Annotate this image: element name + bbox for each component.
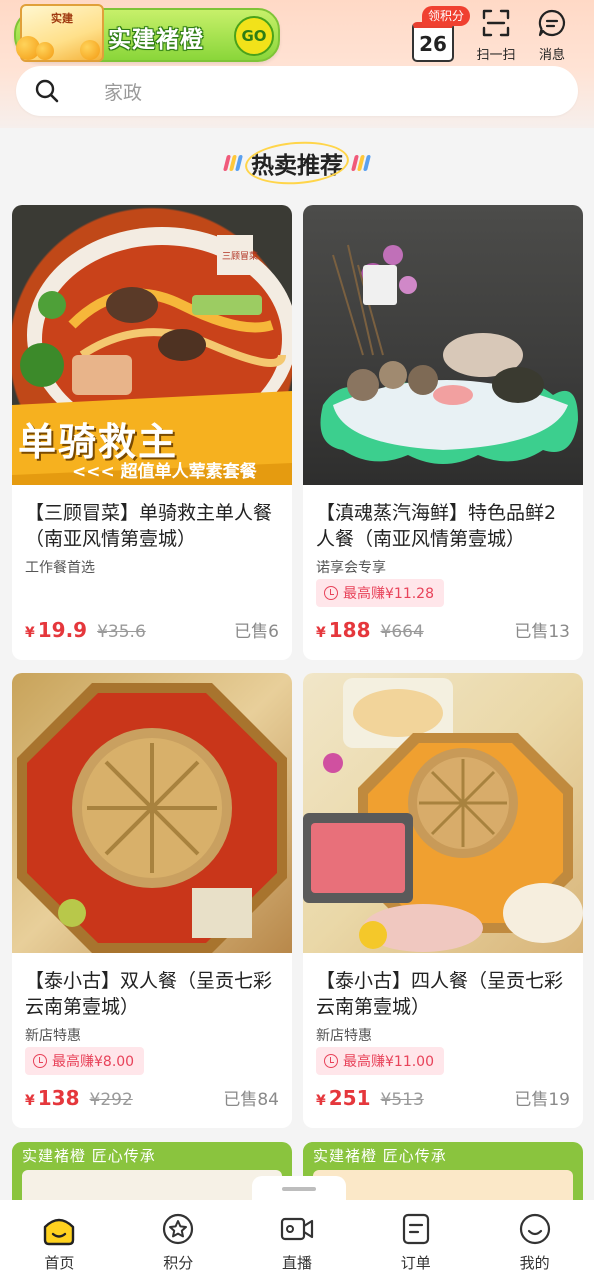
nav-item-home[interactable]: 首页 xyxy=(0,1200,119,1280)
product-subtitle: 诺享会专享 xyxy=(316,560,386,576)
section-title: 热卖推荐 xyxy=(251,146,343,180)
banner-go-button[interactable]: GO xyxy=(234,16,274,56)
nav-item-points[interactable]: 积分 xyxy=(119,1200,238,1280)
nav-item-profile[interactable]: 我的 xyxy=(475,1200,594,1280)
original-price: ¥513 xyxy=(380,1090,424,1110)
max-earn-badge: 最高赚¥11.00 xyxy=(316,1047,444,1075)
brand-ribbon: 实建褚橙 匠心传承 xyxy=(303,1142,471,1170)
max-earn-label: 最高赚¥11.28 xyxy=(343,586,434,602)
scan-icon xyxy=(482,9,510,37)
product-subtitle: 工作餐首选 xyxy=(25,560,95,576)
message-icon xyxy=(538,9,566,37)
product-card[interactable]: 【泰小古】四人餐（呈贡七彩云南第壹城） 新店特惠 最高赚¥11.00 ¥ 251… xyxy=(303,673,583,1128)
earn-clock-icon xyxy=(33,1054,47,1068)
points-star-icon xyxy=(163,1213,194,1245)
orange-gift-box-image: 实建 xyxy=(16,4,104,62)
original-price: ¥35.6 xyxy=(97,622,146,642)
hotpot-feast-illustration xyxy=(303,678,583,952)
order-icon xyxy=(402,1213,429,1245)
banner-title: 实建褚橙 xyxy=(108,27,204,53)
currency-symbol: ¥ xyxy=(25,625,35,641)
heading-decoration-left xyxy=(223,155,243,171)
sale-price: 251 xyxy=(328,1086,371,1110)
product-title: 【泰小古】双人餐（呈贡七彩云南第壹城） xyxy=(25,970,273,1018)
product-image xyxy=(303,673,583,953)
price-row: ¥ 188 ¥664 已售13 xyxy=(316,617,570,647)
price-row: ¥ 138 ¥292 已售84 xyxy=(25,1085,279,1115)
section-heading: 热卖推荐 xyxy=(0,140,594,186)
earn-clock-icon xyxy=(324,1054,338,1068)
search-placeholder: 家政 xyxy=(104,81,143,104)
currency-symbol: ¥ xyxy=(316,625,326,641)
max-earn-badge: 最高赚¥8.00 xyxy=(25,1047,145,1075)
promo-banner[interactable]: 实建 实建褚橙 GO xyxy=(14,4,280,62)
product-image xyxy=(303,205,583,485)
product-image: 三顾冒菜 单骑救主 <<< 超值单人荤素套餐 xyxy=(12,205,292,485)
product-card[interactable]: 三顾冒菜 单骑救主 <<< 超值单人荤素套餐 【三顾冒菜】单骑救主单人餐（南亚风… xyxy=(12,205,292,660)
nav-label: 首页 xyxy=(44,1254,75,1272)
sold-count: 已售19 xyxy=(514,1090,570,1110)
product-title: 【三顾冒菜】单骑救主单人餐（南亚风情第壹城） xyxy=(25,502,273,550)
price-row: ¥ 251 ¥513 已售19 xyxy=(316,1085,570,1115)
search-icon xyxy=(35,79,59,103)
profile-smile-icon xyxy=(519,1213,550,1245)
product-card[interactable]: 【滇魂蒸汽海鲜】特色品鲜2人餐（南亚风情第壹城） 诺享会专享 最高赚¥11.28… xyxy=(303,205,583,660)
nav-item-orders[interactable]: 订单 xyxy=(356,1200,475,1280)
max-earn-label: 最高赚¥8.00 xyxy=(52,1054,135,1070)
product-subtitle: 新店特惠 xyxy=(316,1028,372,1044)
search-input[interactable]: 家政 xyxy=(16,66,578,116)
messages-button[interactable]: 消息 xyxy=(522,8,582,63)
nav-label: 我的 xyxy=(519,1254,550,1272)
earn-clock-icon xyxy=(324,586,338,600)
live-video-icon xyxy=(280,1217,314,1241)
orange-fruit-image xyxy=(80,40,100,60)
hotpot-illustration xyxy=(17,683,287,953)
original-price: ¥292 xyxy=(89,1090,133,1110)
currency-symbol: ¥ xyxy=(316,1093,326,1109)
calendar-day: 26 xyxy=(419,32,447,56)
sold-count: 已售6 xyxy=(234,622,279,642)
sale-price: 188 xyxy=(328,618,371,642)
product-title: 【滇魂蒸汽海鲜】特色品鲜2人餐（南亚风情第壹城） xyxy=(316,502,557,550)
points-tag: 领积分 xyxy=(422,6,471,26)
nav-label: 积分 xyxy=(163,1254,194,1272)
image-tagline: <<< 超值单人荤素套餐 xyxy=(72,462,257,482)
original-price: ¥664 xyxy=(380,622,424,642)
gift-box-label: 实建 xyxy=(51,12,73,25)
price-row: ¥ 19.9 ¥35.6 已售6 xyxy=(25,617,279,647)
scan-label: 扫一扫 xyxy=(476,48,516,63)
nav-label: 订单 xyxy=(400,1254,431,1272)
scan-button[interactable]: 扫一扫 xyxy=(466,8,526,63)
image-brand: 三顾冒菜 xyxy=(222,252,259,262)
nav-label: 直播 xyxy=(281,1254,312,1272)
nav-item-live[interactable]: 直播 xyxy=(238,1200,357,1280)
heading-decoration-right xyxy=(351,155,371,171)
sale-price: 138 xyxy=(37,1086,80,1110)
seafood-platter-illustration xyxy=(320,244,578,464)
product-subtitle: 新店特惠 xyxy=(25,1028,81,1044)
home-icon xyxy=(44,1218,75,1246)
daily-points-button[interactable]: 26 领积分 xyxy=(410,6,474,62)
product-card[interactable]: 【泰小古】双人餐（呈贡七彩云南第壹城） 新店特惠 最高赚¥8.00 ¥ 138 … xyxy=(12,673,292,1128)
calendar-icon: 26 xyxy=(412,22,454,62)
messages-label: 消息 xyxy=(538,48,565,63)
sold-count: 已售84 xyxy=(223,1090,279,1110)
product-title: 【泰小古】四人餐（呈贡七彩云南第壹城） xyxy=(316,970,564,1018)
sold-count: 已售13 xyxy=(514,622,570,642)
sale-price: 19.9 xyxy=(37,618,88,642)
max-earn-label: 最高赚¥11.00 xyxy=(343,1054,434,1070)
product-image xyxy=(12,673,292,953)
max-earn-badge: 最高赚¥11.28 xyxy=(316,579,444,607)
currency-symbol: ¥ xyxy=(25,1093,35,1109)
orange-fruit-image xyxy=(36,42,54,60)
bottom-nav: 首页 积分 直播 订单 我的 xyxy=(0,1200,594,1280)
brand-ribbon: 实建褚橙 匠心传承 xyxy=(12,1142,180,1170)
header: 实建 实建褚橙 GO 26 领积分 扫一扫 消息 家政 xyxy=(0,0,594,128)
